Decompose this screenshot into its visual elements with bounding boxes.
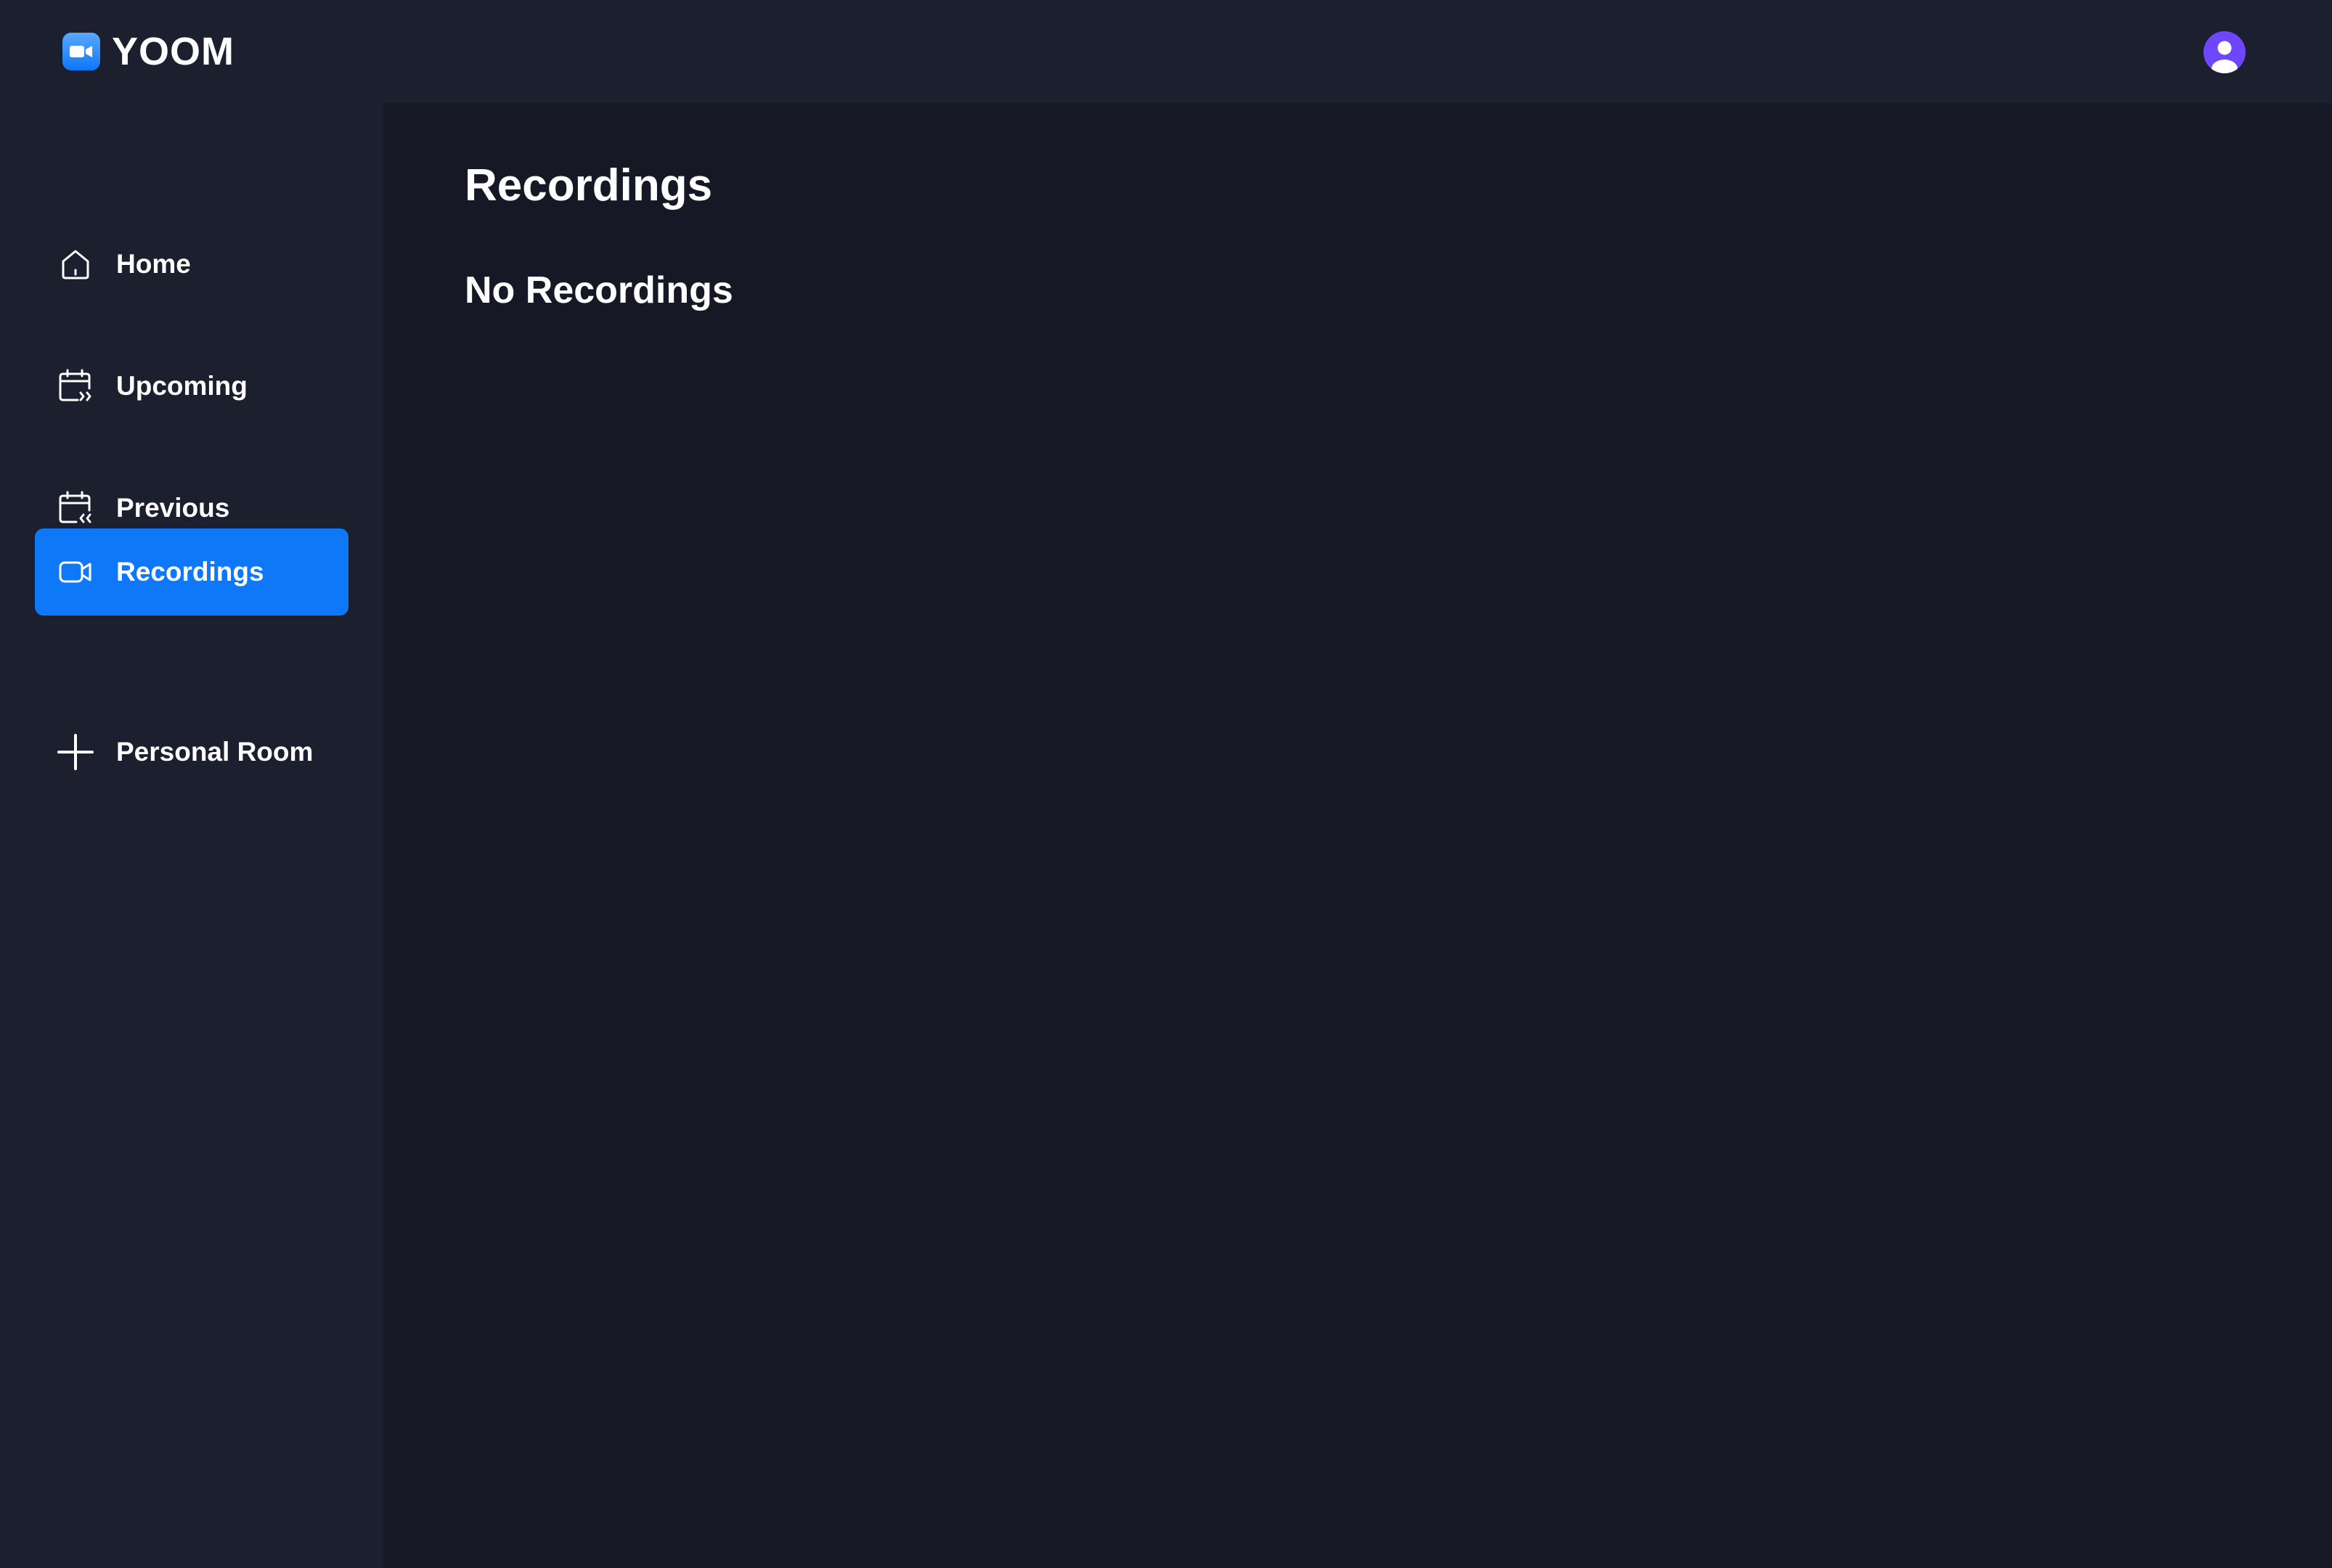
sidebar-item-home[interactable]: Home bbox=[35, 221, 348, 308]
user-avatar-button[interactable] bbox=[2203, 31, 2246, 73]
brand-link[interactable]: YOOM bbox=[62, 29, 235, 74]
sidebar-item-label: Personal Room bbox=[116, 737, 314, 767]
sidebar-item-upcoming[interactable]: Upcoming bbox=[35, 343, 348, 430]
top-navbar: YOOM bbox=[0, 0, 2332, 103]
app-root: YOOM Home Upcoming Previous Recordings P… bbox=[0, 0, 2332, 1568]
sidebar-item-label: Home bbox=[116, 249, 191, 279]
home-icon bbox=[57, 245, 94, 283]
empty-state-message: No Recordings bbox=[465, 269, 733, 311]
sidebar-item-recordings[interactable]: Recordings bbox=[35, 528, 348, 616]
main-content: Recordings No Recordings bbox=[383, 103, 2332, 1568]
video-icon bbox=[57, 553, 94, 591]
sidebar-item-label: Upcoming bbox=[116, 371, 248, 401]
brand-name: YOOM bbox=[112, 30, 235, 73]
calendar-upcoming-icon bbox=[57, 367, 94, 405]
sidebar-item-label: Recordings bbox=[116, 557, 264, 587]
page-title: Recordings bbox=[465, 160, 713, 211]
sidebar: Home Upcoming Previous Recordings Person… bbox=[0, 103, 383, 1568]
user-avatar-icon bbox=[2211, 41, 2238, 73]
sidebar-item-label: Previous bbox=[116, 493, 230, 523]
sidebar-item-personal-room[interactable]: Personal Room bbox=[35, 709, 348, 796]
calendar-previous-icon bbox=[57, 489, 94, 527]
video-camera-icon bbox=[62, 33, 100, 70]
plus-icon bbox=[57, 733, 94, 771]
